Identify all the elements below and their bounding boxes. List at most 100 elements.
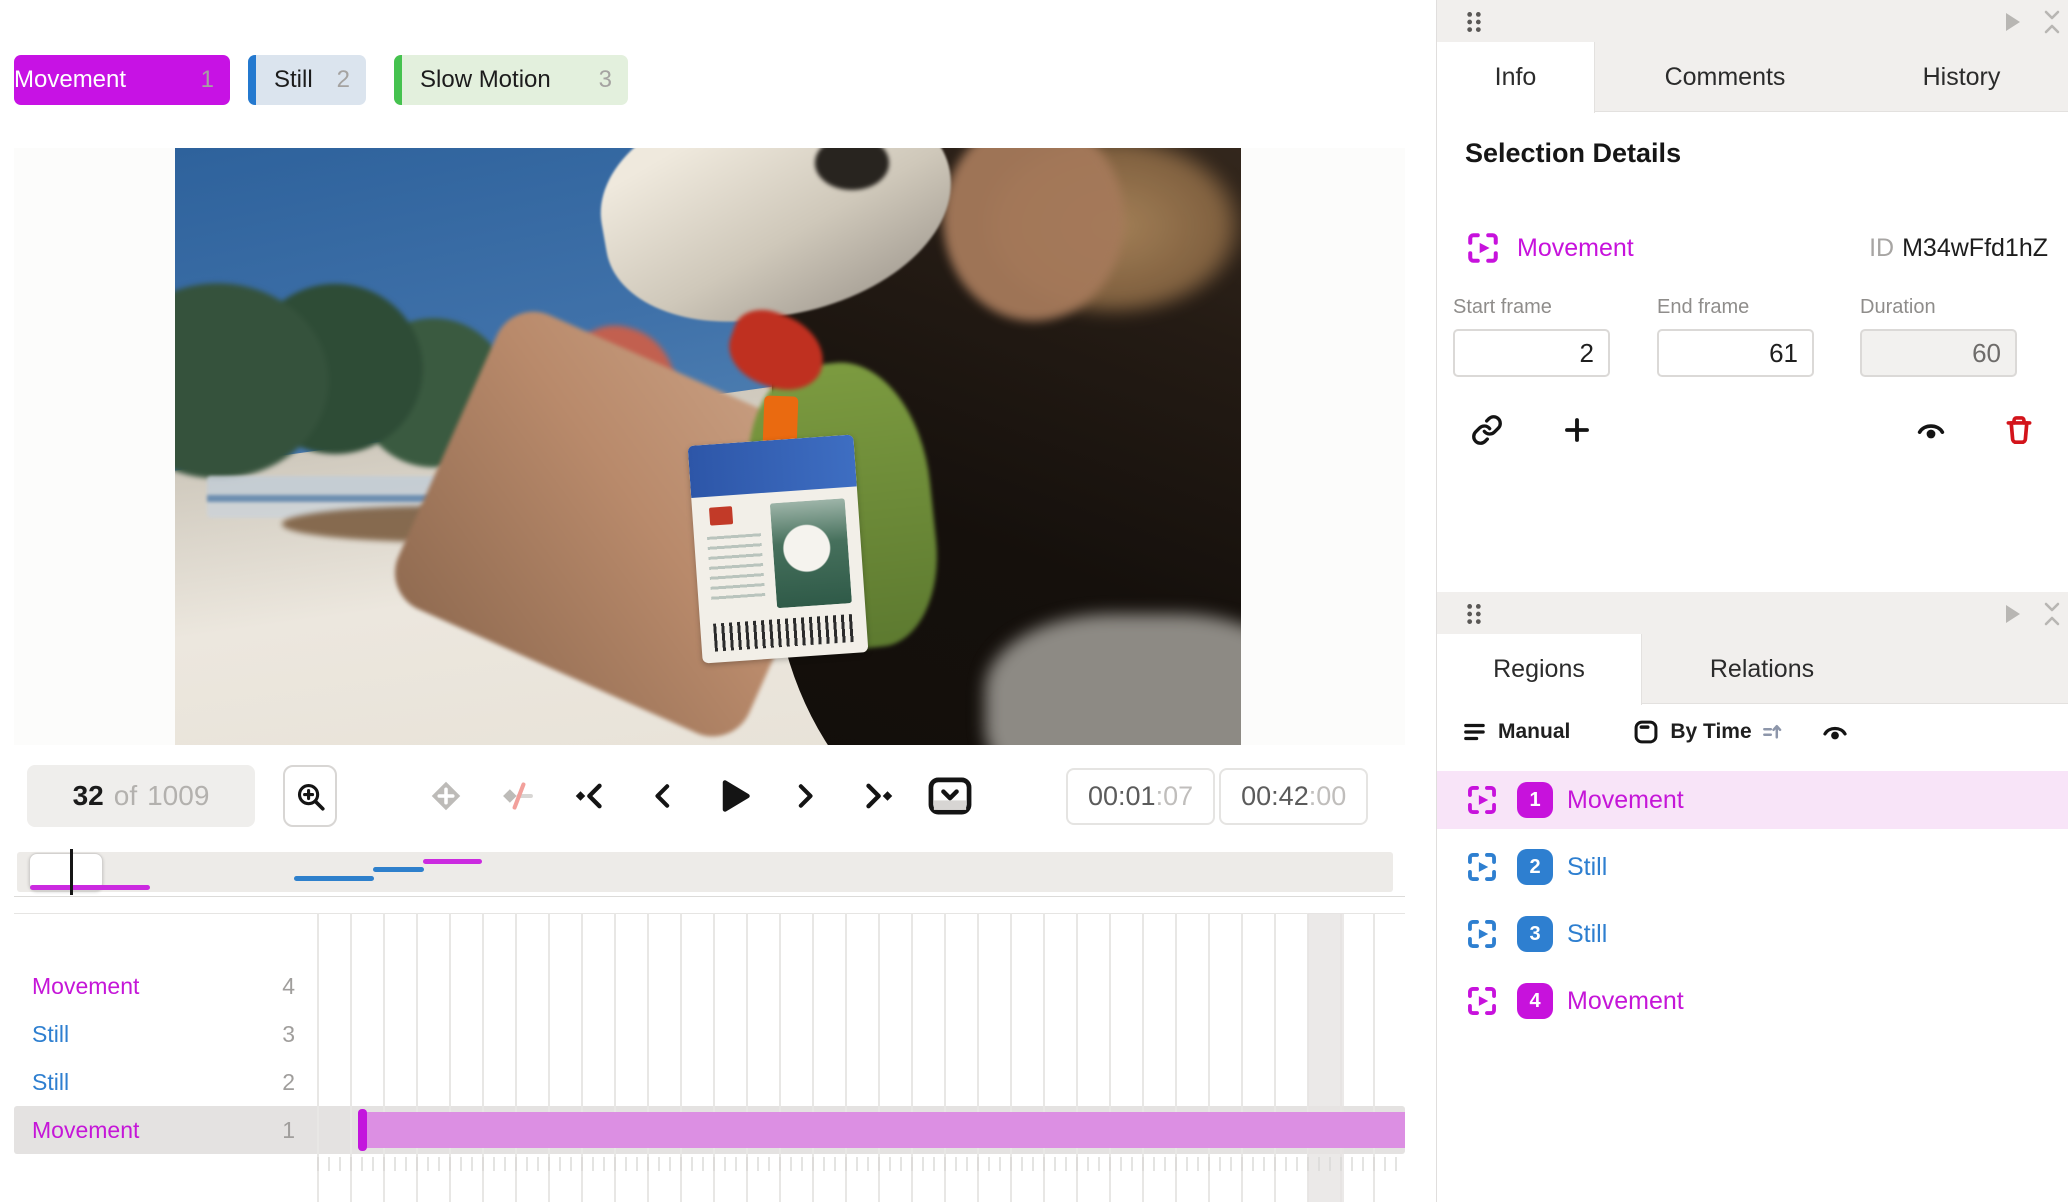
start-frame-field: Start frame (1453, 296, 1610, 377)
link-button[interactable] (1465, 408, 1509, 452)
play-icon (713, 775, 755, 817)
selection-details-heading: Selection Details (1465, 138, 1682, 168)
transport-controls (410, 774, 986, 818)
tab-history[interactable]: History (1855, 42, 2068, 112)
tab-info[interactable]: Info (1437, 42, 1595, 113)
timeline-region-bar-movement-1[interactable] (358, 1109, 1405, 1151)
frame-counter[interactable]: 32 of 1009 (27, 765, 255, 827)
total-time[interactable]: 00:42:00 (1219, 768, 1369, 825)
label-chip-movement[interactable]: Movement 1 (14, 55, 230, 105)
chip-hotkey: 2 (336, 66, 350, 93)
video-region-icon (1465, 917, 1499, 951)
region-label: Still (1567, 919, 1608, 948)
dropdown-box-icon (928, 776, 972, 816)
play-button[interactable] (712, 774, 756, 818)
start-frame-input[interactable] (1453, 329, 1610, 377)
minimap-segment-still-3 (373, 867, 424, 872)
end-frame-input[interactable] (1657, 329, 1814, 377)
sort-ascending-icon (1760, 719, 1786, 745)
video-region-icon (1465, 230, 1501, 266)
manual-order-icon (1462, 719, 1488, 745)
panel-expand-icon[interactable] (2000, 601, 2024, 627)
minimap-segment-still-2 (294, 876, 374, 881)
regions-filter-row: Manual By Time (1437, 706, 2068, 758)
track-label: Still (32, 1068, 70, 1095)
chip-color-bar (394, 55, 402, 105)
trash-icon (2002, 413, 2036, 447)
timeline-minimap[interactable] (17, 849, 1393, 895)
drag-handle-icon[interactable] (1463, 9, 1485, 35)
previous-frame-button[interactable] (640, 774, 684, 818)
selection-actions (1437, 408, 2068, 452)
visibility-button[interactable] (1909, 408, 1953, 452)
remove-keyframe-icon (499, 777, 537, 815)
next-frame-button[interactable] (784, 774, 828, 818)
track-row-still-3[interactable]: Still 3 (14, 1010, 317, 1058)
current-time-main: 00:01 (1088, 781, 1156, 811)
zoom-in-icon (293, 779, 327, 813)
panel-collapse-icon[interactable] (2040, 600, 2064, 628)
time-displays: 00:01:07 00:42:00 (1066, 768, 1372, 825)
id-label: ID (1869, 233, 1895, 262)
drag-handle-icon[interactable] (1463, 601, 1485, 627)
region-row-1-movement[interactable]: 1 Movement (1437, 771, 2068, 829)
minimap-playhead[interactable] (70, 849, 73, 895)
video-id-badge (687, 434, 869, 664)
current-frame: 32 (72, 780, 104, 811)
badge-header (687, 434, 858, 499)
panel-collapse-icon[interactable] (2040, 8, 2064, 36)
chip-label: Movement (14, 66, 127, 93)
chip-label: Slow Motion (420, 66, 551, 93)
total-time-main: 00:42 (1241, 781, 1309, 811)
label-chip-still[interactable]: Still 2 (248, 55, 366, 105)
tab-regions[interactable]: Regions (1437, 634, 1642, 705)
track-row-movement-1[interactable]: Movement 1 (14, 1106, 317, 1154)
duration-label: Duration (1860, 296, 1936, 318)
manual-order-button[interactable]: Manual (1462, 719, 1570, 745)
next-keyframe-button[interactable] (856, 774, 900, 818)
by-time-button[interactable]: By Time (1632, 718, 1785, 746)
end-frame-label: End frame (1657, 296, 1750, 318)
tab-comments[interactable]: Comments (1595, 42, 1855, 112)
remove-keyframe-button[interactable] (496, 774, 540, 818)
link-icon (1471, 414, 1503, 446)
region-row-4-movement[interactable]: 4 Movement (1437, 972, 2068, 1030)
app-root: Movement 1 Still 2 Slow Motion 3 32 of 1… (0, 0, 2068, 1202)
badge-barcode (713, 613, 855, 652)
selection-label: Movement (1517, 233, 1634, 262)
region-number-badge: 3 (1517, 916, 1553, 952)
track-number: 4 (282, 972, 295, 999)
region-number-badge: 4 (1517, 983, 1553, 1019)
total-frames: 1009 (147, 780, 210, 811)
duration-field: Duration (1860, 296, 2017, 377)
timeline-zoom-button[interactable] (283, 765, 337, 827)
track-row-movement-4[interactable]: Movement 4 (14, 962, 317, 1010)
region-row-3-still[interactable]: 3 Still (1437, 905, 2068, 963)
previous-keyframe-button[interactable] (568, 774, 612, 818)
add-keyframe-button[interactable] (424, 774, 468, 818)
region-label: Still (1567, 852, 1608, 881)
selection-id: ID M34wFfd1hZ (1869, 234, 2048, 263)
track-row-still-2[interactable]: Still 2 (14, 1058, 317, 1106)
track-label: Still (32, 1020, 70, 1047)
region-row-2-still[interactable]: 2 Still (1437, 838, 2068, 896)
video-region-icon (1465, 984, 1499, 1018)
chip-color-bar (248, 55, 256, 105)
delete-button[interactable] (1997, 408, 2041, 452)
region-bar-start-cap[interactable] (358, 1109, 367, 1151)
tab-relations[interactable]: Relations (1642, 634, 1882, 704)
id-value: M34wFfd1hZ (1902, 233, 2048, 262)
playback-options-button[interactable] (928, 774, 972, 818)
current-time[interactable]: 00:01:07 (1066, 768, 1216, 825)
add-button[interactable] (1555, 408, 1599, 452)
chevron-right-icon (788, 778, 824, 814)
duration-input (1860, 329, 2017, 377)
track-number: 2 (282, 1068, 295, 1095)
region-label: Movement (1567, 785, 1684, 814)
manual-order-label: Manual (1498, 720, 1571, 743)
regions-visibility-button[interactable] (1820, 717, 1850, 747)
video-region-icon (1465, 783, 1499, 817)
label-chip-slow-motion[interactable]: Slow Motion 3 (394, 55, 628, 105)
panel-expand-icon[interactable] (2000, 9, 2024, 35)
video-frame[interactable] (175, 148, 1241, 745)
